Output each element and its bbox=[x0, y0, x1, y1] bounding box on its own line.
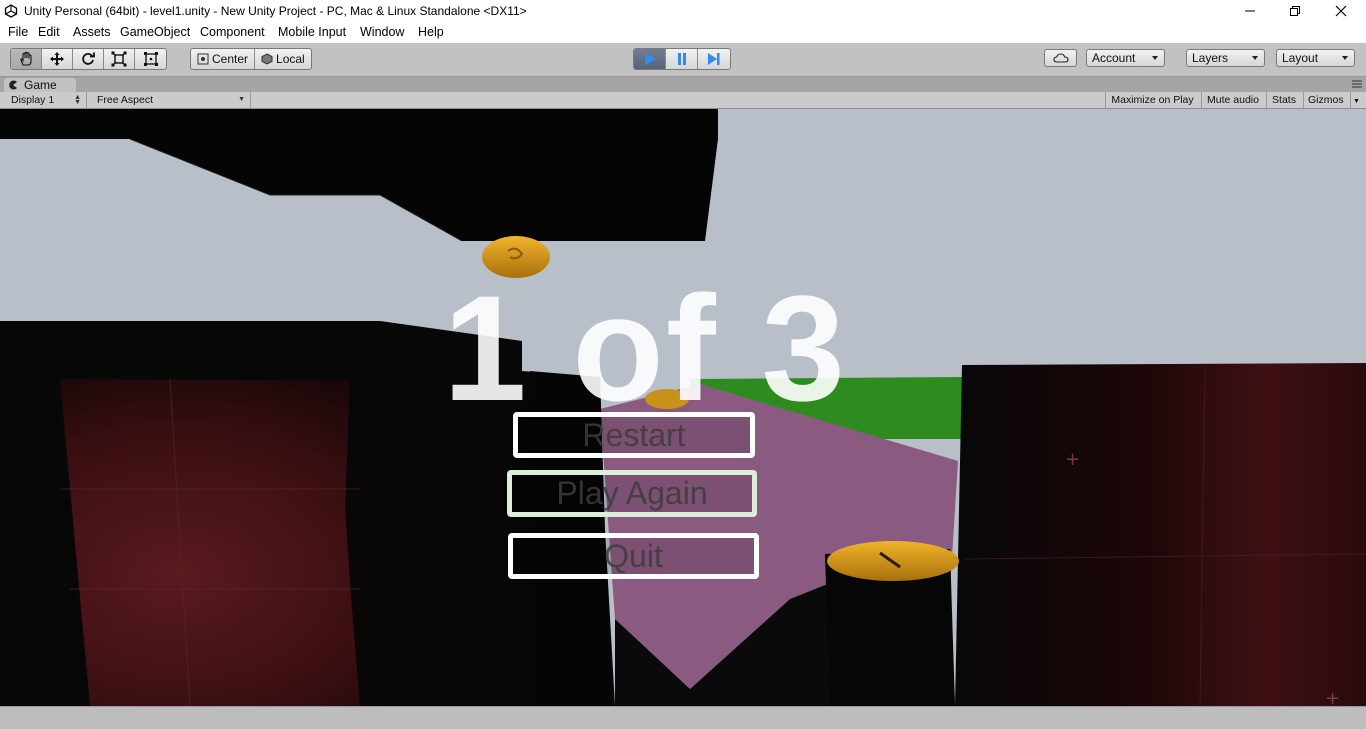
scale-tool-button[interactable] bbox=[104, 49, 135, 69]
maximize-on-play-toggle[interactable]: Maximize on Play bbox=[1105, 92, 1199, 108]
account-label: Account bbox=[1092, 51, 1136, 65]
menu-bar: File Edit Assets GameObject Component Mo… bbox=[0, 22, 1366, 43]
pivot-local-label: Local bbox=[276, 52, 305, 66]
main-toolbar: Center Local Account Layers Layout bbox=[0, 43, 1366, 77]
cloud-icon bbox=[1052, 53, 1069, 63]
right-block bbox=[955, 363, 1366, 706]
round-result-text: 1 of 3 bbox=[443, 264, 847, 432]
layers-dropdown[interactable]: Layers bbox=[1186, 49, 1265, 67]
move-tool-button[interactable] bbox=[42, 49, 73, 69]
transform-tools bbox=[10, 48, 167, 70]
stats-toggle[interactable]: Stats bbox=[1266, 92, 1301, 108]
unity-logo-icon bbox=[4, 4, 18, 18]
pause-button[interactable] bbox=[666, 49, 698, 69]
game-view-controls: Display 1 ▲ ▼ Free Aspect ▼ Maximize on P… bbox=[0, 92, 1366, 109]
minimize-button[interactable] bbox=[1227, 0, 1273, 22]
restart-button[interactable]: Restart bbox=[513, 412, 755, 458]
status-bar bbox=[0, 706, 1366, 729]
menu-file[interactable]: File bbox=[8, 25, 28, 39]
gizmos-dropdown[interactable]: ▼ bbox=[1350, 92, 1362, 108]
pause-icon bbox=[677, 53, 686, 65]
layout-label: Layout bbox=[1282, 51, 1319, 65]
game-tab-row: Game bbox=[0, 77, 1366, 92]
hand-tool-button[interactable] bbox=[11, 49, 42, 69]
play-controls bbox=[633, 48, 731, 70]
rotate-icon bbox=[82, 52, 95, 65]
chevron-down-icon bbox=[1152, 56, 1158, 60]
pivot-center-label: Center bbox=[212, 52, 249, 66]
chevron-down-icon bbox=[1252, 56, 1258, 60]
close-icon bbox=[1335, 5, 1347, 17]
restore-icon bbox=[1290, 6, 1300, 16]
layers-label: Layers bbox=[1192, 51, 1229, 65]
menu-window[interactable]: Window bbox=[360, 25, 404, 39]
chevron-down-icon: ▼ bbox=[1353, 98, 1360, 105]
display-label: Display 1 bbox=[11, 94, 55, 106]
pivot-local-button[interactable]: Local bbox=[255, 49, 311, 69]
play-again-button[interactable]: Play Again bbox=[507, 470, 757, 517]
menu-mobile-input[interactable]: Mobile Input bbox=[278, 25, 346, 39]
scale-icon bbox=[111, 51, 127, 67]
dropdown-arrows-icon: ▲ ▼ bbox=[74, 94, 81, 106]
pivot-center-button[interactable]: Center bbox=[191, 49, 256, 69]
menu-edit[interactable]: Edit bbox=[38, 25, 60, 39]
hand-icon bbox=[20, 51, 32, 66]
account-dropdown[interactable]: Account bbox=[1086, 49, 1165, 67]
aspect-dropdown[interactable]: Free Aspect ▼ bbox=[91, 92, 251, 108]
gizmos-toggle[interactable]: Gizmos bbox=[1303, 92, 1350, 108]
svg-text:+: + bbox=[1325, 688, 1340, 706]
quit-button[interactable]: Quit bbox=[508, 533, 759, 579]
menu-gameobject[interactable]: GameObject bbox=[120, 25, 190, 39]
close-button[interactable] bbox=[1318, 0, 1364, 22]
tab-game[interactable]: Game bbox=[4, 78, 76, 92]
layout-dropdown[interactable]: Layout bbox=[1276, 49, 1355, 67]
game-viewport[interactable]: + + 1 of 3 Restart Play Again Quit bbox=[0, 109, 1366, 706]
rotate-tool-button[interactable] bbox=[73, 49, 104, 69]
svg-text:+: + bbox=[1065, 449, 1080, 470]
pivot-center-icon bbox=[197, 53, 209, 65]
aspect-label: Free Aspect bbox=[97, 94, 154, 106]
menu-assets[interactable]: Assets bbox=[73, 25, 111, 39]
game-pacman-icon bbox=[9, 80, 17, 90]
step-button[interactable] bbox=[698, 49, 730, 69]
rect-tool-button[interactable] bbox=[135, 49, 166, 69]
rect-tool-icon bbox=[143, 52, 158, 66]
play-button[interactable] bbox=[634, 49, 666, 69]
local-space-icon bbox=[261, 53, 273, 65]
tab-game-label: Game bbox=[24, 78, 57, 92]
title-bar: Unity Personal (64bit) - level1.unity - … bbox=[0, 0, 1366, 22]
cloud-button[interactable] bbox=[1044, 49, 1077, 67]
chevron-down-icon bbox=[1342, 56, 1348, 60]
mute-audio-toggle[interactable]: Mute audio bbox=[1201, 92, 1264, 108]
pivot-toggles: Center Local bbox=[190, 48, 312, 70]
play-icon bbox=[644, 53, 656, 65]
chevron-down-icon: ▼ bbox=[238, 96, 245, 103]
display-dropdown[interactable]: Display 1 ▲ ▼ bbox=[5, 92, 87, 108]
menu-component[interactable]: Component bbox=[200, 25, 265, 39]
panel-menu-icon[interactable] bbox=[1352, 80, 1362, 88]
minimize-icon bbox=[1245, 10, 1255, 12]
step-icon bbox=[708, 53, 720, 65]
window-title: Unity Personal (64bit) - level1.unity - … bbox=[24, 4, 527, 18]
maximize-button[interactable] bbox=[1272, 0, 1318, 22]
menu-help[interactable]: Help bbox=[418, 25, 444, 39]
move-icon bbox=[50, 52, 64, 66]
